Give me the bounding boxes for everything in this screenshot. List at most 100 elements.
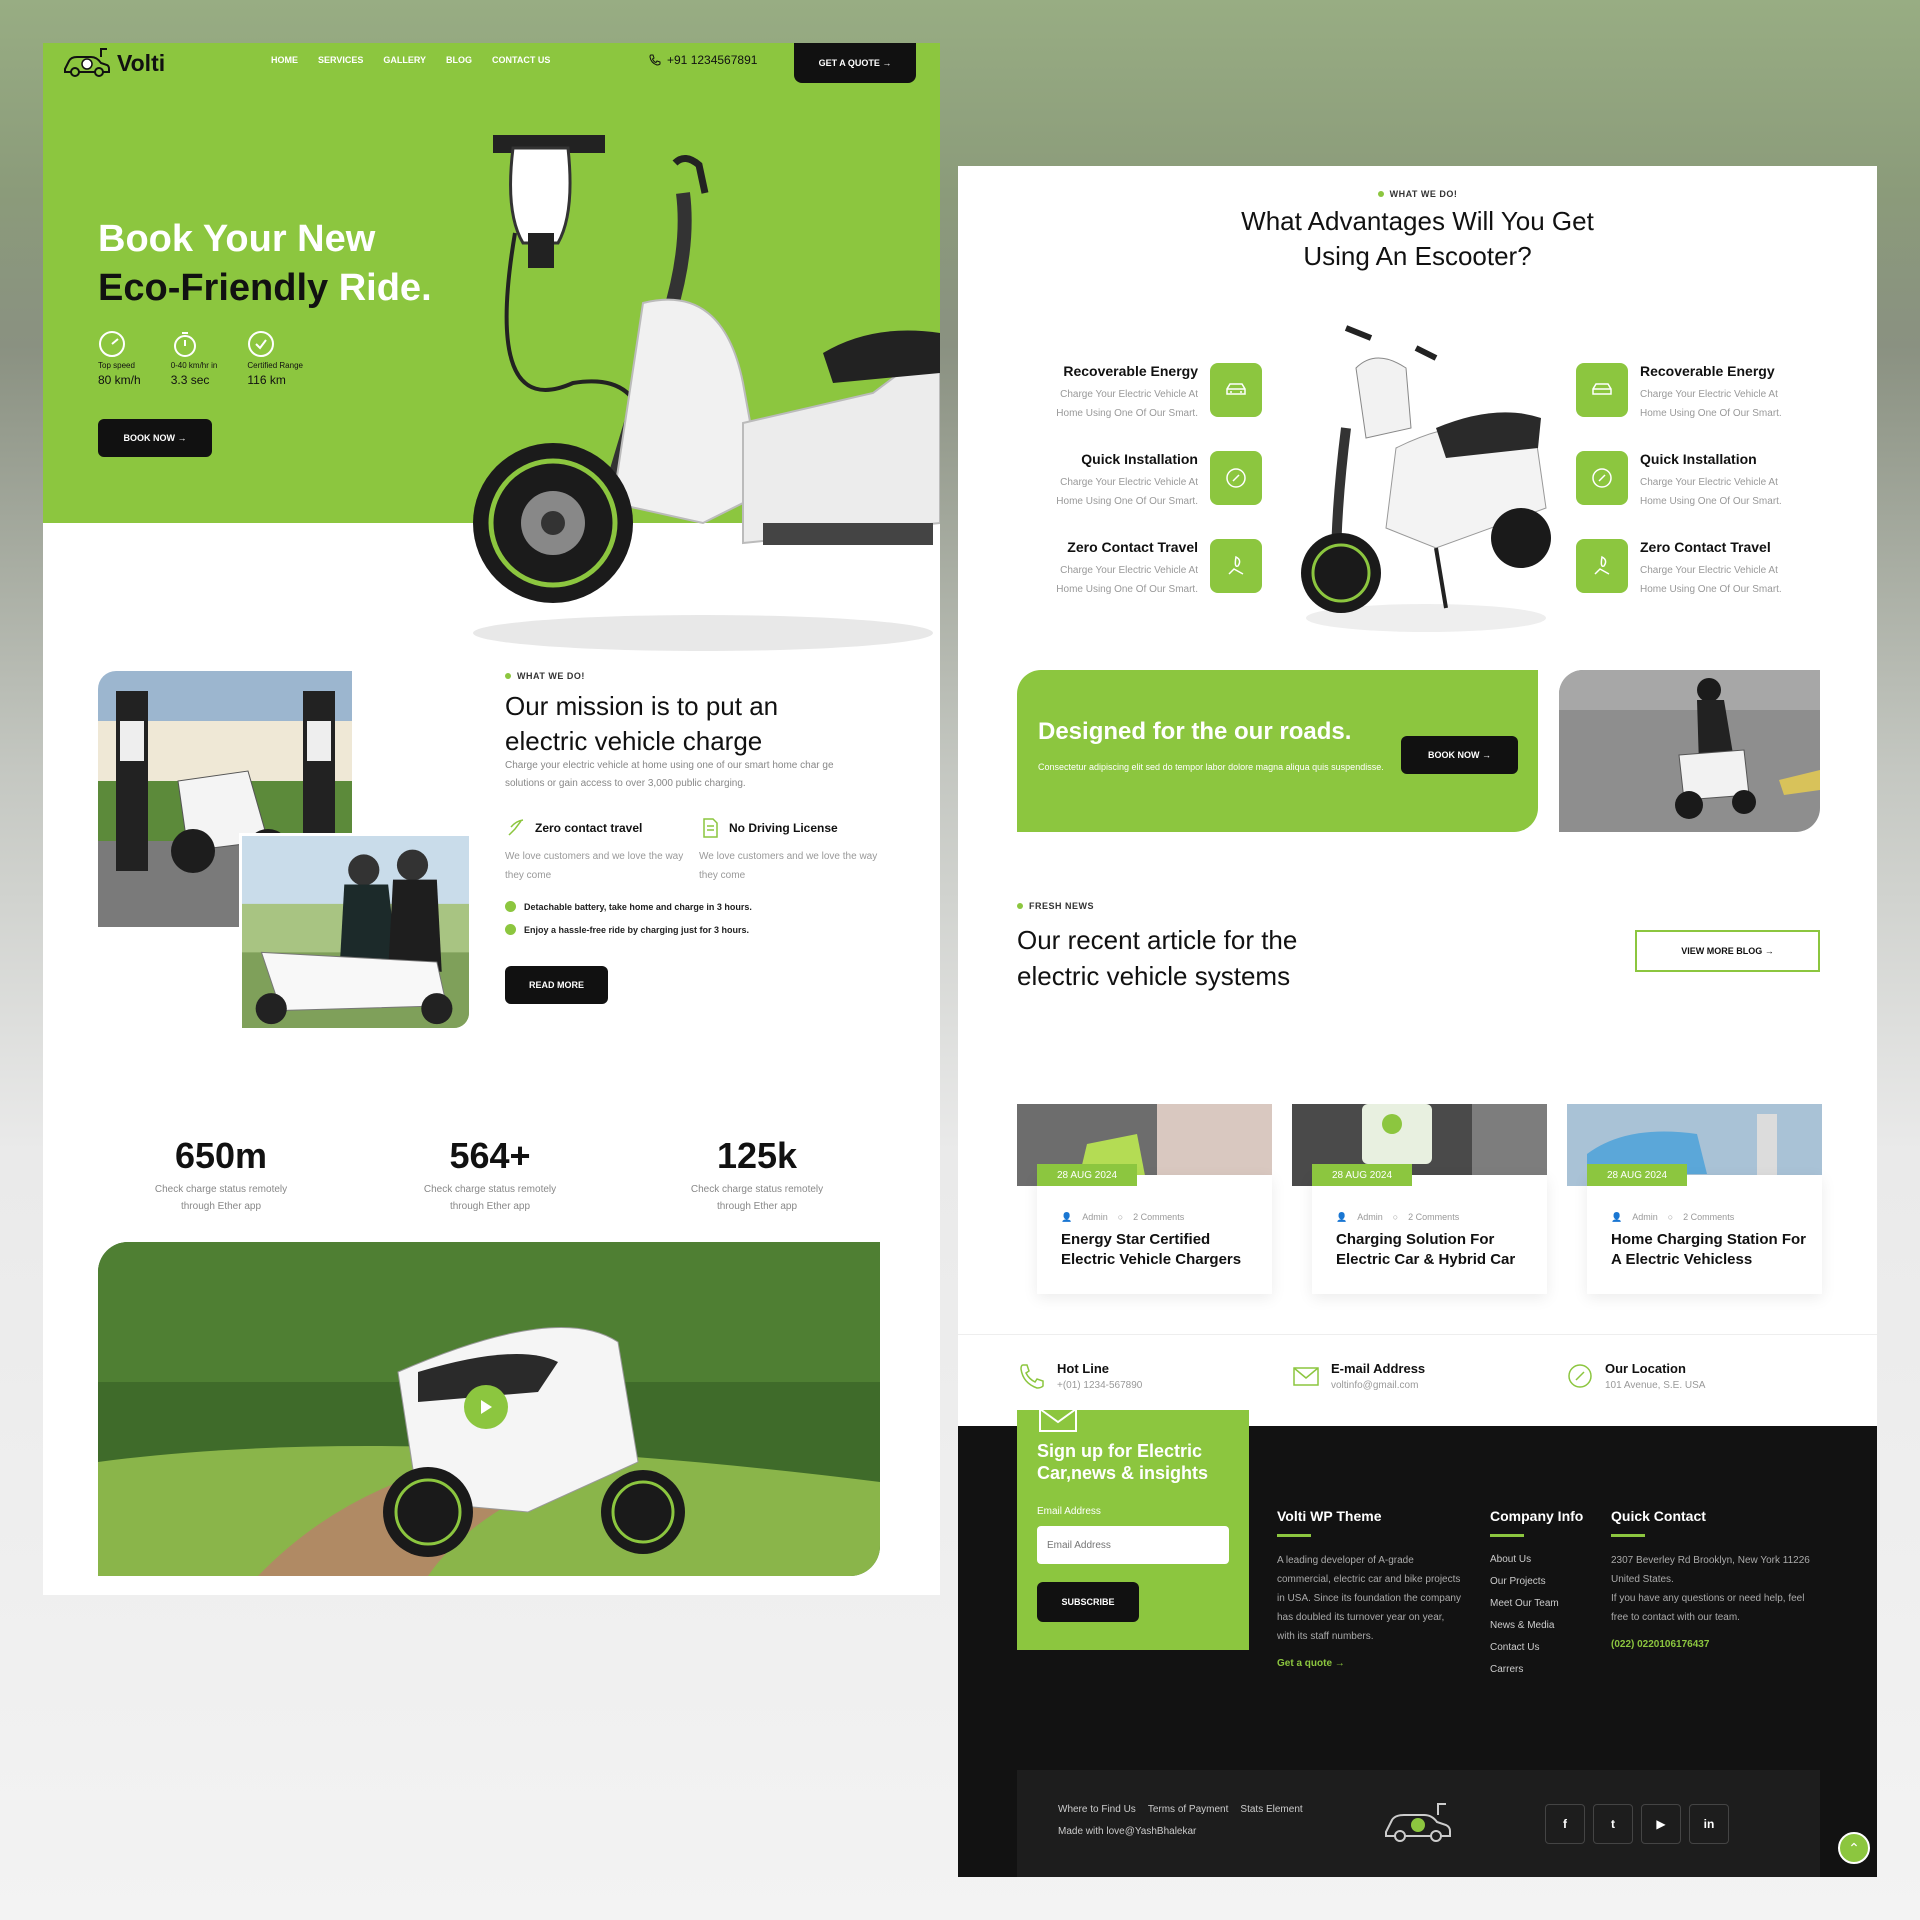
footer-link-stats[interactable]: Stats Element xyxy=(1240,1804,1302,1815)
footer-link-projects[interactable]: Our Projects xyxy=(1490,1571,1583,1593)
advantage-icon-box xyxy=(1210,539,1262,593)
menu-blog[interactable]: BLOG xyxy=(446,55,472,65)
twitter-icon[interactable]: t xyxy=(1593,1804,1633,1844)
blog-card[interactable]: 👤 Admin ○ 2 Comments Home Charging Station … xyxy=(1567,1104,1822,1294)
landing-page-left: Volti HOME SERVICES GALLERY BLOG CONTACT… xyxy=(43,43,940,1595)
advantage-title: Recoverable Energy xyxy=(1640,363,1775,379)
compass-icon xyxy=(1592,468,1612,488)
document-icon xyxy=(703,818,718,838)
contact-hotline[interactable]: Hot Line +(01) 1234-567890 xyxy=(1017,1361,1142,1391)
advantage-text: Charge Your Electric Vehicle At Home Usi… xyxy=(1640,389,1782,419)
footer-quick-contact: Quick Contact 2307 Beverley Rd Brooklyn,… xyxy=(1611,1508,1811,1650)
play-icon xyxy=(481,1400,492,1414)
view-more-blog-button[interactable]: VIEW MORE BLOG → xyxy=(1635,930,1820,972)
read-more-button[interactable]: READ MORE xyxy=(505,966,608,1004)
footer-underline xyxy=(1277,1534,1311,1537)
footer-link-find-us[interactable]: Where to Find Us xyxy=(1058,1804,1136,1815)
advantage-text: Charge Your Electric Vehicle At Home Usi… xyxy=(1056,389,1198,419)
contact-value: +(01) 1234-567890 xyxy=(1057,1380,1143,1391)
menu-contact[interactable]: CONTACT US xyxy=(492,55,550,65)
footer-link-news[interactable]: News & Media xyxy=(1490,1615,1583,1637)
dot-icon xyxy=(1377,191,1384,197)
get-quote-button[interactable]: GET A QUOTE → xyxy=(794,43,916,83)
blog-date-badge: 28 AUG 2024 xyxy=(1312,1164,1412,1186)
checklist-text: Enjoy a hassle-free ride by charging jus… xyxy=(524,924,750,935)
hero-stat-value: 116 km xyxy=(247,373,286,387)
badge-check-icon xyxy=(248,331,275,357)
contact-value: voltinfo@gmail.com xyxy=(1331,1380,1419,1391)
hero-stat-label: Certified Range xyxy=(247,361,303,370)
subscribe-button[interactable]: SUBSCRIBE xyxy=(1037,1582,1139,1622)
blog-author: Admin xyxy=(1632,1212,1658,1222)
hero-stat-speed: Top speed 80 km/h xyxy=(98,330,141,387)
advantages-eyebrow: WHAT WE DO! xyxy=(958,189,1877,199)
footer-link-team[interactable]: Meet Our Team xyxy=(1490,1593,1583,1615)
advantage-icon-box xyxy=(1576,363,1628,417)
footer-link-terms[interactable]: Terms of Payment xyxy=(1148,1804,1229,1815)
advantage-text: Charge Your Electric Vehicle At Home Usi… xyxy=(1056,565,1198,595)
mail-icon xyxy=(1293,1367,1319,1386)
advantage-right-2: Quick Installation Charge Your Electric V… xyxy=(1576,451,1800,511)
email-field[interactable] xyxy=(1037,1526,1229,1564)
promo-banner: Designed for the our roads. Consectetur … xyxy=(1017,670,1538,832)
logo[interactable]: Volti xyxy=(61,47,165,79)
mission-description: Charge your electric vehicle at home usi… xyxy=(505,760,834,789)
blog-card-title[interactable]: Home Charging Station For A Electric Veh… xyxy=(1611,1230,1811,1270)
stat-counter: 125k Check charge status remotely through… xyxy=(667,1135,847,1215)
play-button[interactable] xyxy=(464,1385,508,1429)
hand-leaf-icon xyxy=(1594,555,1610,575)
news-eyebrow: FRESH NEWS xyxy=(1017,901,1094,911)
speedometer-icon xyxy=(99,331,125,357)
nav-phone[interactable]: +91 1234567891 xyxy=(649,53,757,67)
advantages-title-text: What Advantages Will You Get Using An Es… xyxy=(1241,206,1594,271)
get-quote-link[interactable]: Get a quote → xyxy=(1277,1658,1462,1669)
footer-underline xyxy=(1611,1534,1645,1537)
advantage-right-1: Recoverable Energy Charge Your Electric V… xyxy=(1576,363,1800,423)
blog-author: Admin xyxy=(1357,1212,1383,1222)
blog-card-title[interactable]: Energy Star Certified Electric Vehicle C… xyxy=(1061,1230,1261,1270)
banner-title: Designed for the our roads. xyxy=(1038,718,1352,745)
stat-number: 650m xyxy=(174,1135,268,1176)
user-icon: 👤 xyxy=(1336,1212,1348,1222)
footer-link-careers[interactable]: Carrers xyxy=(1490,1659,1583,1681)
hero-stat-label: 0-40 km/hr in xyxy=(170,361,218,370)
contact-email[interactable]: E-mail Address voltinfo@gmail.com xyxy=(1291,1361,1425,1391)
footer-phone[interactable]: (022) 0220106176437 xyxy=(1611,1639,1811,1650)
blog-card-title[interactable]: Charging Solution For Electric Car & Hyb… xyxy=(1336,1230,1536,1270)
linkedin-icon[interactable]: in xyxy=(1689,1804,1729,1844)
comment-icon: ○ xyxy=(1117,1212,1124,1222)
advantage-title: Zero Contact Travel xyxy=(1640,539,1771,555)
check-circle-icon xyxy=(505,901,516,912)
blog-card-meta: 👤 Admin ○ 2 Comments xyxy=(1611,1212,1734,1223)
advantage-title: Zero Contact Travel xyxy=(1067,539,1198,555)
facebook-icon[interactable]: f xyxy=(1545,1804,1585,1844)
blog-card-meta: 👤 Admin ○ 2 Comments xyxy=(1336,1212,1459,1223)
menu-home[interactable]: HOME xyxy=(271,55,298,65)
book-now-button[interactable]: BOOK NOW → xyxy=(98,419,212,457)
footer-link-about[interactable]: About Us xyxy=(1490,1549,1583,1571)
contact-label: Hot Line xyxy=(1057,1361,1109,1376)
feature-title: No Driving License xyxy=(729,821,838,835)
menu-gallery[interactable]: GALLERY xyxy=(383,55,426,65)
menu-services[interactable]: SERVICES xyxy=(318,55,363,65)
advantages-title: What Advantages Will You Get Using An Es… xyxy=(958,204,1877,274)
blog-card[interactable]: 👤 Admin ○ 2 Comments Energy Star Certified … xyxy=(1017,1104,1272,1294)
footer-link-contact[interactable]: Contact Us xyxy=(1490,1637,1583,1659)
blog-comments: 2 Comments xyxy=(1408,1212,1460,1222)
news-eyebrow-text: FRESH NEWS xyxy=(1029,901,1095,911)
main-menu: HOME SERVICES GALLERY BLOG CONTACT US xyxy=(271,55,550,65)
hero-stat-accel: 0-40 km/hr in 3.3 sec xyxy=(170,330,218,387)
scroll-to-top-button[interactable]: ⌃ xyxy=(1838,1832,1870,1864)
footer-credit: Made with love@YashBhalekar xyxy=(1058,1826,1197,1837)
banner-book-now-button[interactable]: BOOK NOW → xyxy=(1401,736,1518,774)
blog-card[interactable]: 👤 Admin ○ 2 Comments Charging Solution For … xyxy=(1292,1104,1547,1294)
hand-leaf-icon xyxy=(1228,555,1244,575)
contact-location[interactable]: Our Location 101 Avenue, S.E. USA xyxy=(1565,1361,1705,1391)
footer-bottom: Where to Find Us Terms of Payment Stats … xyxy=(1017,1770,1820,1877)
feature-title: Zero contact travel xyxy=(535,821,643,835)
car-icon xyxy=(1592,383,1612,395)
advantage-icon-box xyxy=(1576,451,1628,505)
advantage-text: Charge Your Electric Vehicle At Home Usi… xyxy=(1056,477,1198,507)
couple-scooter-photo xyxy=(239,833,472,1031)
youtube-icon[interactable]: ▶ xyxy=(1641,1804,1681,1844)
